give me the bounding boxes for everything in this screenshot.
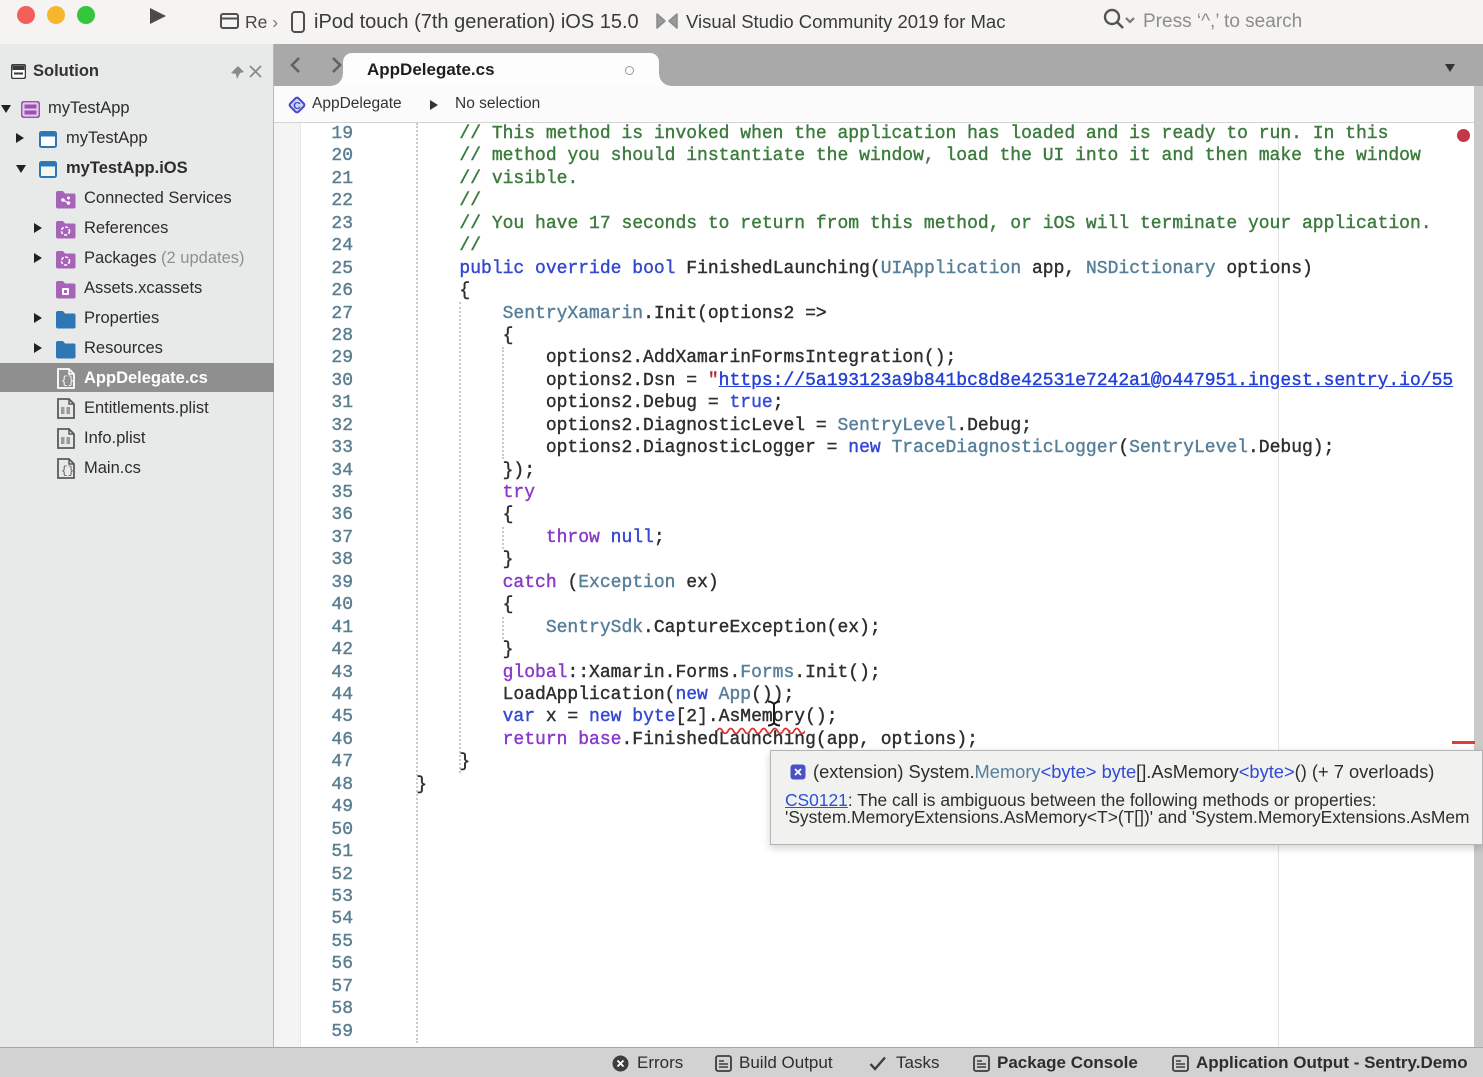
svg-text:C: C [293, 100, 301, 112]
svg-text:{}: {} [61, 466, 74, 478]
svg-text:{}: {} [61, 376, 74, 388]
